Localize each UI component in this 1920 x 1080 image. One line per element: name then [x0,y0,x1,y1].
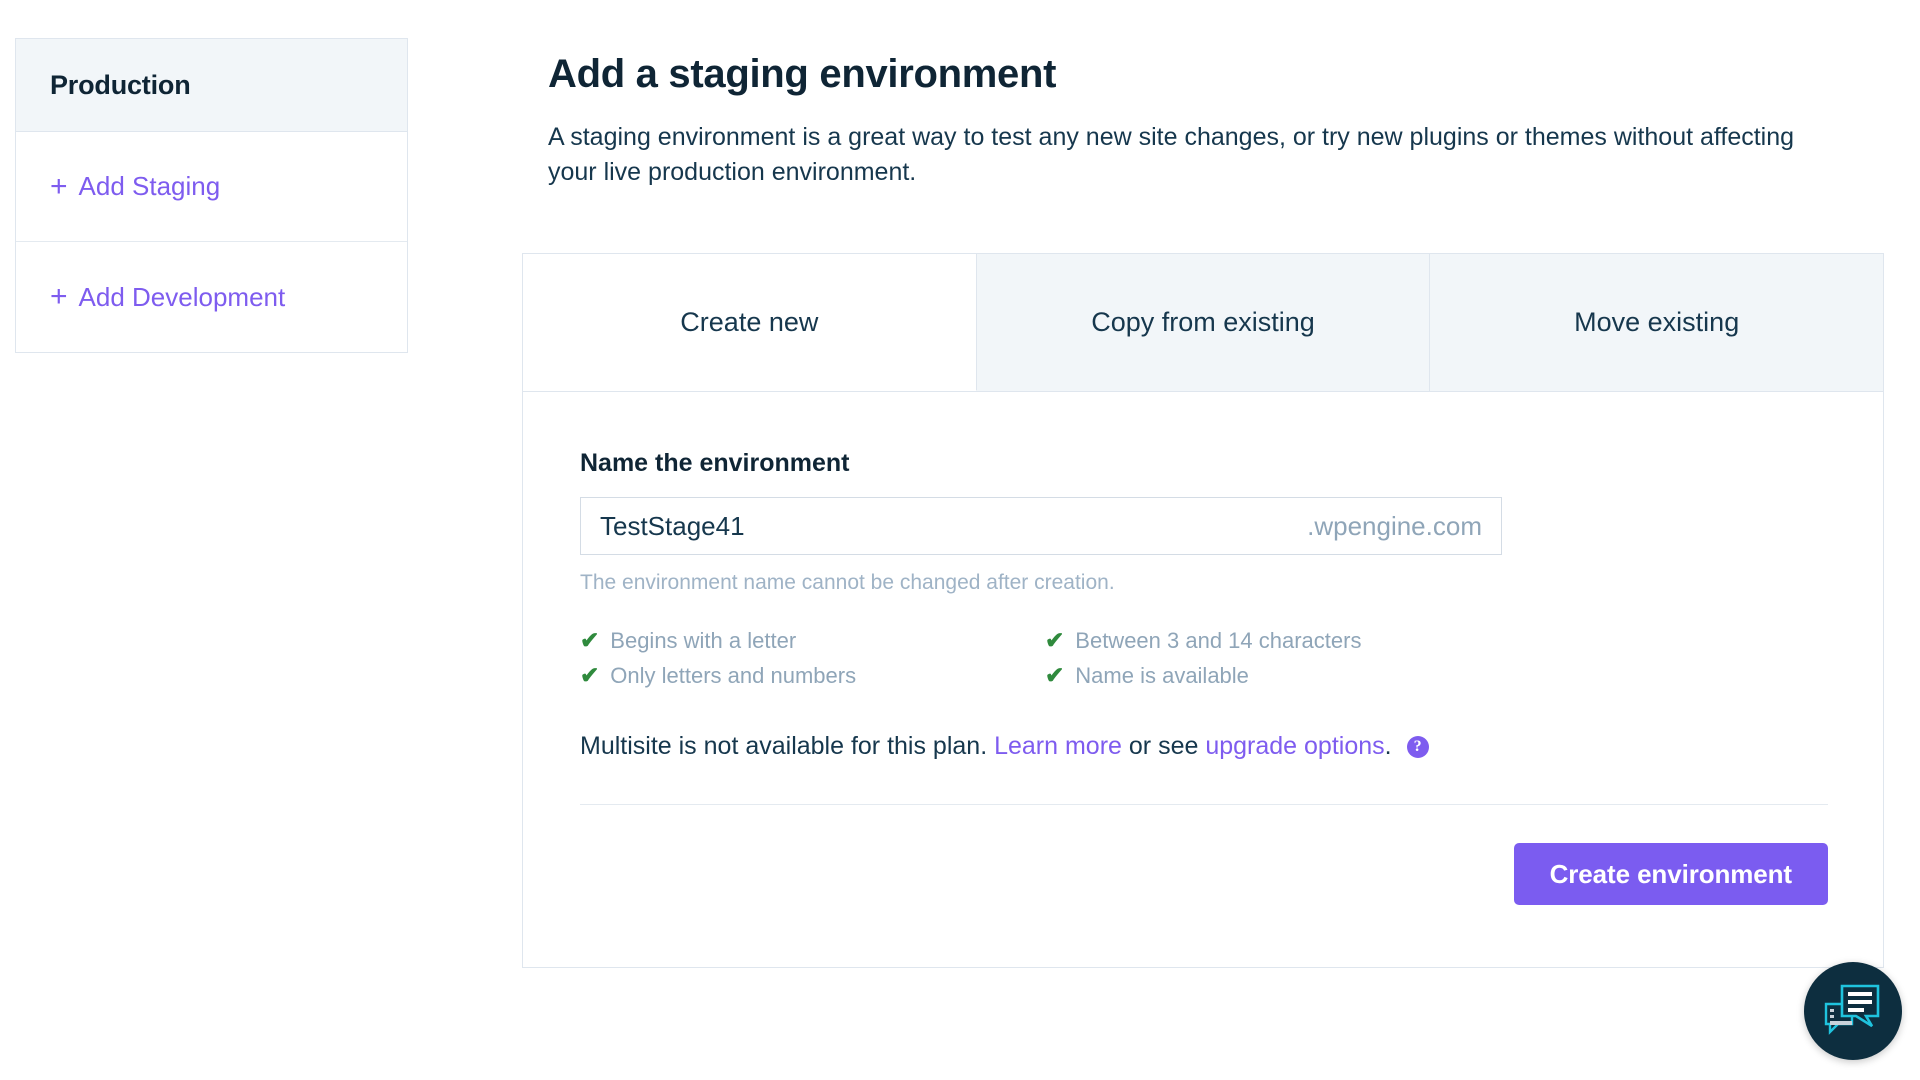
tab-move-existing[interactable]: Move existing [1430,254,1884,391]
environment-name-helper-text: The environment name cannot be changed a… [580,571,1115,594]
create-environment-button[interactable]: Create environment [1513,843,1828,905]
domain-suffix-label: .wpengine.com [1307,510,1482,541]
help-circle-icon[interactable]: ? [1406,735,1429,758]
chat-bubbles-icon [1822,980,1884,1043]
add-environment-card: Create new Copy from existing Move exist… [522,253,1884,968]
validation-rule: ✔ Name is available [1045,663,1826,689]
validation-rule-label: Begins with a letter [610,628,797,653]
validation-rule-label: Between 3 and 14 characters [1075,628,1362,653]
upgrade-options-link[interactable]: upgrade options [1205,732,1384,761]
page-root: Production + Add Staging + Add Developme… [0,0,1920,1080]
learn-more-link[interactable]: Learn more [994,732,1122,761]
validation-rule-label: Name is available [1075,663,1249,688]
tab-move-existing-label: Move existing [1574,307,1740,337]
validation-rule: ✔ Between 3 and 14 characters [1045,628,1826,654]
create-new-panel: Name the environment .wpengine.com The e… [523,392,1883,967]
multisite-text-after: . [1384,732,1392,760]
add-development-label: Add Development [78,281,286,312]
add-development-row[interactable]: + Add Development [16,242,407,352]
validation-rules-list: ✔ Begins with a letter ✔ Between 3 and 1… [580,628,1826,689]
environment-name-label: Name the environment [580,449,850,477]
multisite-text-before: Multisite is not available for this plan… [580,732,995,760]
tab-copy-from-existing-label: Copy from existing [1091,307,1315,337]
check-icon: ✔ [1045,662,1065,688]
validation-rule: ✔ Begins with a letter [580,628,1045,654]
multisite-text-middle: or see [1121,732,1206,760]
tab-create-new[interactable]: Create new [523,254,977,391]
environment-name-input[interactable] [600,498,1300,554]
check-icon: ✔ [580,662,600,688]
tab-copy-from-existing[interactable]: Copy from existing [976,254,1431,391]
add-staging-row[interactable]: + Add Staging [16,132,407,242]
plus-icon: + [50,169,68,203]
environment-panel: Production + Add Staging + Add Developme… [15,38,408,353]
add-staging-label: Add Staging [78,171,221,201]
tab-bar: Create new Copy from existing Move exist… [523,254,1884,392]
validation-rule: ✔ Only letters and numbers [580,663,1045,689]
card-footer: Create environment [580,805,1828,967]
main-header-area: Add a staging environment A staging envi… [548,0,1888,189]
chat-support-button[interactable] [1804,962,1902,1060]
check-icon: ✔ [580,627,600,653]
page-description: A staging environment is a great way to … [548,123,1795,186]
validation-rule-label: Only letters and numbers [610,663,857,688]
multisite-notice: Multisite is not available for this plan… [580,732,1826,761]
environment-panel-header: Production [16,39,407,132]
production-environment-title: Production [50,69,191,100]
tab-create-new-label: Create new [680,306,819,337]
environment-name-field-wrapper[interactable]: .wpengine.com [580,497,1502,555]
check-icon: ✔ [1045,627,1065,653]
page-title: Add a staging environment [548,52,1057,96]
plus-icon: + [50,280,68,313]
